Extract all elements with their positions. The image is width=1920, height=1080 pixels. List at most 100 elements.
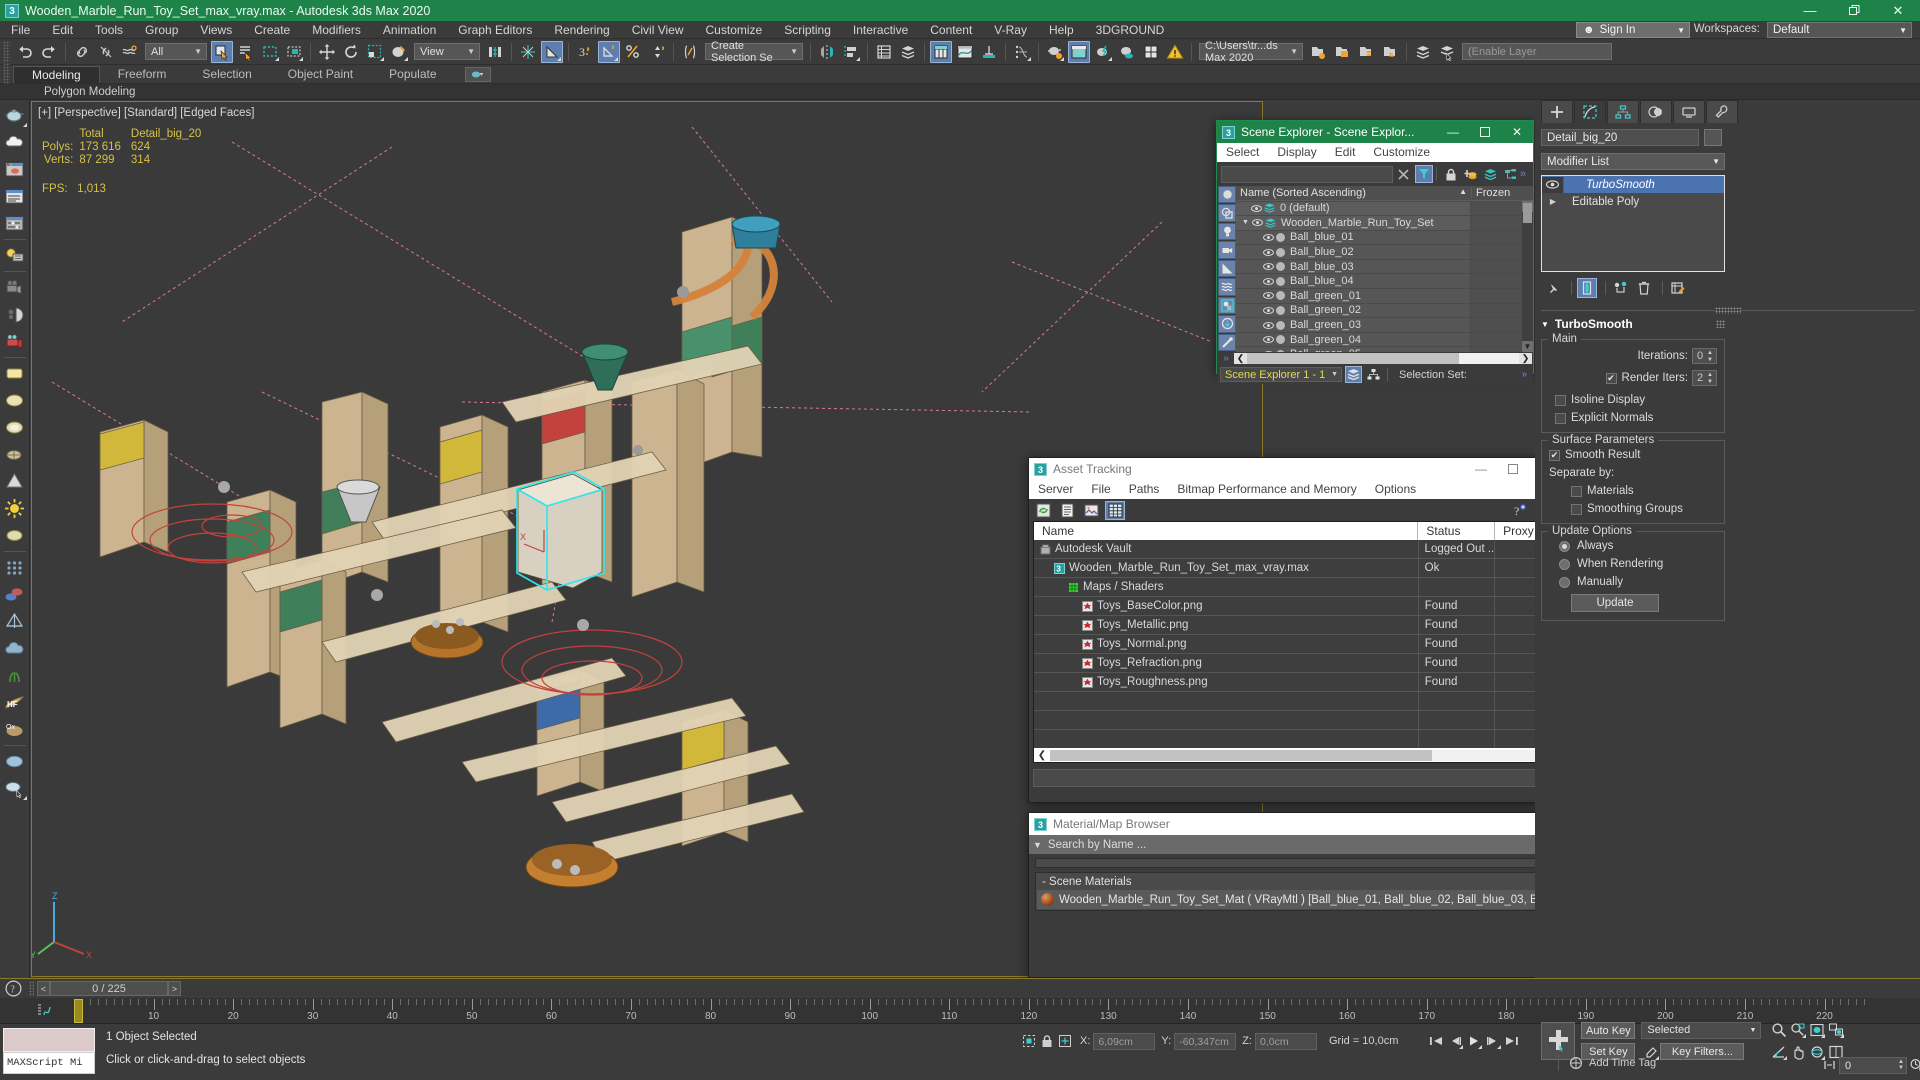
asset-table-row[interactable]: Toys_Metallic.png Found — [1034, 615, 1556, 635]
unlink-selection-button[interactable] — [95, 41, 117, 63]
menu-interactive[interactable]: Interactive — [842, 21, 919, 39]
layer-explorer-open-button[interactable] — [1412, 41, 1434, 63]
help-button[interactable]: ? — [0, 979, 26, 999]
asset-name-cell[interactable]: Maps / Shaders — [1034, 577, 1419, 597]
se-menu-display[interactable]: Display — [1268, 143, 1325, 162]
scene-explorer-minimize[interactable]: — — [1437, 121, 1469, 143]
filter-space-warps-button[interactable] — [1218, 278, 1236, 296]
open-mini-curve-editor-button[interactable] — [34, 1001, 54, 1019]
asset-name-cell[interactable]: Toys_BaseColor.png — [1034, 596, 1419, 616]
menu-group[interactable]: Group — [134, 21, 189, 39]
zoom-extents-all-button[interactable] — [1826, 1021, 1845, 1039]
asset-name-cell[interactable]: Autodesk Vault — [1034, 539, 1419, 559]
camera-physical2-button[interactable] — [2, 328, 28, 354]
update-button[interactable]: Update — [1571, 594, 1659, 612]
layer-mode-button[interactable] — [1345, 366, 1362, 383]
rectangular-selection-region-button[interactable] — [259, 41, 281, 63]
mirror-button[interactable] — [816, 41, 838, 63]
row-name-cell[interactable]: Ball_green_01 — [1236, 289, 1470, 303]
hscroll-track[interactable] — [1050, 749, 1540, 761]
ribbon-grip[interactable] — [3, 63, 10, 85]
asset-tracking-maximize[interactable] — [1497, 458, 1529, 480]
hierarchy-view-button[interactable] — [1502, 165, 1520, 183]
modifier-list-select[interactable]: Modifier List ▼ — [1541, 153, 1725, 170]
render-setup-icon-button[interactable] — [2, 183, 28, 209]
spinner-arrows-icon[interactable]: ▲ ▼ — [1707, 372, 1715, 385]
add-to-layer-button[interactable] — [1355, 41, 1377, 63]
scene-explorer-button[interactable] — [897, 41, 919, 63]
render-frame-window-button[interactable] — [1068, 40, 1090, 63]
manage-layers-button[interactable] — [1307, 41, 1329, 63]
asset-name-cell[interactable]: Toys_Roughness.png — [1034, 672, 1419, 692]
create-tab[interactable] — [1541, 100, 1573, 123]
configure-modifier-sets-button[interactable] — [1668, 278, 1688, 298]
layer-name-field[interactable]: (Enable Layer — [1462, 43, 1612, 60]
render-in-cloud-button[interactable] — [1140, 41, 1162, 63]
column-header-status[interactable]: Status — [1418, 522, 1496, 540]
key-mode-toggle-button[interactable] — [1820, 1056, 1839, 1074]
hscroll-thumb[interactable] — [1247, 353, 1460, 364]
maxscript-listener-box[interactable] — [3, 1028, 95, 1052]
at-menu-server[interactable]: Server — [1029, 480, 1082, 499]
eye-icon[interactable] — [1251, 203, 1262, 214]
schematic-view-button[interactable] — [978, 41, 1000, 63]
row-name-cell[interactable]: Ball_blue_01 — [1236, 230, 1470, 245]
filter-shapes-button[interactable] — [1218, 204, 1236, 222]
at-menu-file[interactable]: File — [1082, 480, 1119, 499]
sphere-primitive-button[interactable] — [2, 387, 28, 413]
select-and-move-button[interactable] — [316, 41, 338, 63]
scene-explorer-row[interactable]: Ball_green_03 — [1236, 318, 1533, 333]
row-name-cell[interactable]: ▼ Wooden_Marble_Run_Toy_Set — [1236, 216, 1470, 230]
use-pivot-point-center-button[interactable] — [484, 41, 506, 63]
menu-create[interactable]: Create — [243, 21, 301, 39]
scene-explorer-window[interactable]: 3 Scene Explorer - Scene Explor... — ✕ S… — [1216, 120, 1534, 384]
render-window-icon-button[interactable] — [2, 156, 28, 182]
angle-snap-toggle-button[interactable] — [541, 40, 563, 63]
time-slider-handle[interactable] — [74, 999, 83, 1023]
menu-animation[interactable]: Animation — [372, 21, 447, 39]
maxscript-mini-listener[interactable]: MAXScript Mi — [3, 1052, 95, 1074]
teapot-primitive-button[interactable] — [2, 441, 28, 467]
scrollbar-thumb[interactable] — [1523, 203, 1532, 223]
display-tab[interactable] — [1673, 100, 1705, 123]
eye-icon[interactable] — [1263, 349, 1274, 352]
row-name-cell[interactable]: Ball_green_03 — [1236, 318, 1470, 332]
select-and-place-button[interactable] — [388, 41, 410, 63]
select-and-scale-button[interactable] — [364, 41, 386, 63]
menu-civil-view[interactable]: Civil View — [621, 21, 695, 39]
motion-tab[interactable] — [1640, 100, 1672, 123]
box-primitive-button[interactable] — [2, 360, 28, 386]
curve-editor-button[interactable] — [954, 41, 976, 63]
render-production-button[interactable] — [1092, 41, 1114, 63]
filter-xrefs-button[interactable] — [1218, 315, 1236, 333]
filter-toggle-button[interactable] — [1414, 165, 1433, 183]
collapse-arrow-icon[interactable]: ▼ — [1242, 219, 1249, 226]
ribbon-tab-freeform[interactable]: Freeform — [100, 66, 185, 83]
scene-explorer-close[interactable]: ✕ — [1501, 121, 1533, 143]
asset-tracking-table[interactable]: Name Status Proxy R Autodesk Vault Logged… — [1033, 521, 1557, 763]
ribbon-options-button[interactable] — [464, 66, 491, 82]
modifier-visibility-toggle[interactable] — [1542, 176, 1564, 193]
teapot-icon-button[interactable] — [2, 102, 28, 128]
filter-bones-button[interactable] — [1218, 333, 1236, 351]
menu-customize[interactable]: Customize — [695, 21, 774, 39]
eye-icon[interactable] — [1263, 261, 1274, 272]
add-time-tag-label[interactable]: Add Time Tag — [1589, 1057, 1656, 1069]
sun-light-button[interactable] — [2, 495, 28, 521]
camera-physical-button[interactable] — [2, 274, 28, 300]
restore-button[interactable] — [1832, 0, 1876, 21]
update-always-radio[interactable] — [1559, 540, 1570, 552]
asset-tracking-titlebar[interactable]: 3 Asset Tracking — ✕ — [1029, 458, 1561, 480]
sign-in-button[interactable]: ☻ Sign In ▼ — [1576, 22, 1690, 38]
pin-stack-button[interactable] — [1543, 278, 1563, 298]
space-warp-button[interactable] — [2, 608, 28, 634]
go-to-start-button[interactable] — [1426, 1032, 1445, 1050]
menu-rendering[interactable]: Rendering — [543, 21, 620, 39]
at-menu-options[interactable]: Options — [1366, 480, 1425, 499]
ornatrix-button[interactable]: Ox — [2, 716, 28, 742]
hierarchy-mode-button[interactable] — [1365, 366, 1382, 383]
x-coordinate[interactable]: X: 6,09cm — [1080, 1032, 1156, 1050]
particle-view-button[interactable] — [1011, 41, 1033, 63]
asset-name-cell[interactable]: Toys_Metallic.png — [1034, 615, 1419, 635]
ribbon-tab-modeling[interactable]: Modeling — [13, 65, 100, 83]
